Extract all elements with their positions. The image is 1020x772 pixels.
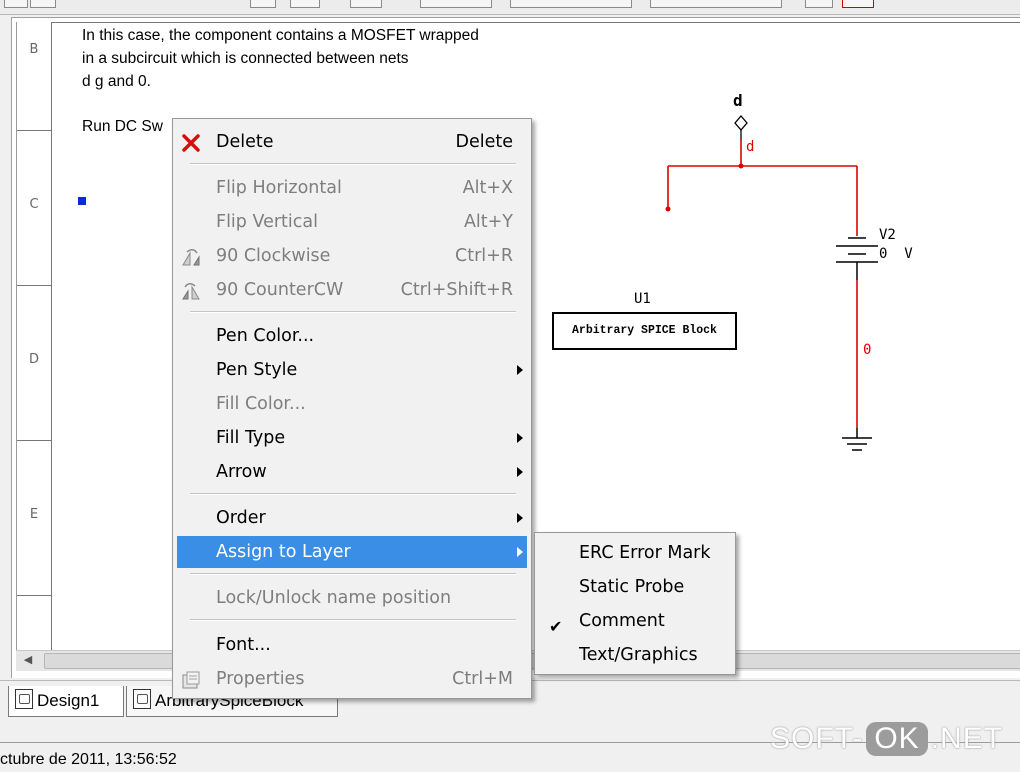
- submenu-item-comment[interactable]: ✔ Comment: [539, 605, 731, 637]
- properties-icon: [182, 671, 200, 689]
- toolbar-button[interactable]: [290, 0, 320, 8]
- ruler-label-e: E: [29, 507, 39, 522]
- ruler-divider: [17, 130, 51, 131]
- menu-item-lock-unlock-name[interactable]: Lock/Unlock name position: [177, 582, 527, 614]
- menu-item-fill-type[interactable]: Fill Type: [177, 422, 527, 454]
- probe-label[interactable]: d: [733, 91, 743, 110]
- comment-line-2[interactable]: in a subcircuit which is connected betwe…: [82, 50, 409, 68]
- ruler-label-c: C: [29, 197, 39, 212]
- submenu-arrow-icon: [517, 365, 523, 375]
- tab-label: Design1: [37, 691, 100, 710]
- menu-separator: [190, 619, 516, 621]
- comment-line-4[interactable]: Run DC Sw: [82, 118, 163, 136]
- schematic-icon: [133, 689, 151, 709]
- toolbar-button[interactable]: [4, 0, 28, 8]
- component-name-label[interactable]: U1: [634, 291, 651, 307]
- net-label-d[interactable]: d: [746, 139, 754, 155]
- net-label-0[interactable]: 0: [863, 342, 871, 358]
- ruler-divider: [17, 285, 51, 286]
- toolbar-button[interactable]: [250, 0, 276, 8]
- schematic-drawing: [665, 115, 878, 451]
- menu-separator: [190, 311, 516, 313]
- ruler-label-d: D: [28, 352, 39, 367]
- submenu-arrow-icon: [517, 433, 523, 443]
- submenu-item-text-graphics[interactable]: Text/Graphics: [539, 639, 731, 671]
- schematic-icon: [15, 689, 33, 709]
- selection-handle[interactable]: [78, 197, 86, 205]
- menu-item-flip-vertical[interactable]: Flip Vertical Alt+Y: [177, 206, 527, 238]
- red-x-icon: [182, 134, 200, 152]
- toolbar-button[interactable]: [805, 0, 833, 8]
- submenu-item-erc-error-mark[interactable]: ERC Error Mark: [539, 537, 731, 569]
- menu-item-fill-color[interactable]: Fill Color...: [177, 388, 527, 420]
- toolbar-button[interactable]: [650, 0, 782, 8]
- toolbar-button[interactable]: [30, 0, 56, 8]
- menu-item-delete[interactable]: Delete Delete: [177, 126, 527, 158]
- toolbar: [0, 0, 1020, 15]
- menu-separator: [190, 573, 516, 575]
- spice-block-text: Arbitrary SPICE Block: [572, 324, 717, 337]
- toolbar-button[interactable]: [510, 0, 632, 8]
- menu-item-arrow[interactable]: Arrow: [177, 456, 527, 488]
- submenu-arrow-icon: [517, 467, 523, 477]
- tab-design1[interactable]: Design1: [8, 686, 124, 717]
- watermark: SOFT- OK .NET: [770, 722, 1004, 756]
- comment-line-3[interactable]: d g and 0.: [82, 73, 151, 91]
- ruler-divider: [17, 595, 51, 596]
- submenu-arrow-icon: [517, 547, 523, 557]
- menu-item-flip-horizontal[interactable]: Flip Horizontal Alt+X: [177, 172, 527, 204]
- comment-line-1[interactable]: In this case, the component contains a M…: [82, 27, 479, 45]
- layer-submenu: ERC Error Mark Static Probe ✔ Comment Te…: [534, 532, 736, 675]
- sheet-ruler: B C D E: [16, 22, 52, 650]
- menu-item-rotate-cw[interactable]: 90 Clockwise Ctrl+R: [177, 240, 527, 272]
- submenu-arrow-icon: [517, 513, 523, 523]
- menu-item-assign-to-layer[interactable]: Assign to Layer: [177, 536, 527, 568]
- scroll-left-arrow-icon[interactable]: ◀: [16, 650, 40, 670]
- toolbar-button[interactable]: [420, 0, 492, 8]
- menu-separator: [190, 493, 516, 495]
- menu-item-font[interactable]: Font...: [177, 629, 527, 661]
- context-menu: Delete Delete Flip Horizontal Alt+X Flip…: [172, 118, 532, 699]
- ruler-label-b: B: [29, 42, 39, 57]
- rotate-ccw-icon: [182, 283, 200, 300]
- sheet-border: [50, 22, 1020, 23]
- toolbar-button[interactable]: [350, 0, 382, 8]
- menu-item-rotate-ccw[interactable]: 90 CounterCW Ctrl+Shift+R: [177, 274, 527, 306]
- rotate-cw-icon: [182, 249, 200, 266]
- menu-separator: [190, 163, 516, 165]
- menu-item-order[interactable]: Order: [177, 502, 527, 534]
- menu-item-pen-style[interactable]: Pen Style: [177, 354, 527, 386]
- source-name-label[interactable]: V2: [879, 227, 896, 243]
- menu-item-pen-color[interactable]: Pen Color...: [177, 320, 527, 352]
- ruler-divider: [17, 440, 51, 441]
- status-timestamp: ctubre de 2011, 13:56:52: [0, 751, 177, 768]
- probe-diamond-icon: [734, 115, 748, 131]
- menu-item-properties[interactable]: Properties Ctrl+M: [177, 663, 527, 695]
- toolbar-button[interactable]: [842, 0, 874, 8]
- source-value-label[interactable]: 0 V: [879, 246, 913, 262]
- submenu-item-static-probe[interactable]: Static Probe: [539, 571, 731, 603]
